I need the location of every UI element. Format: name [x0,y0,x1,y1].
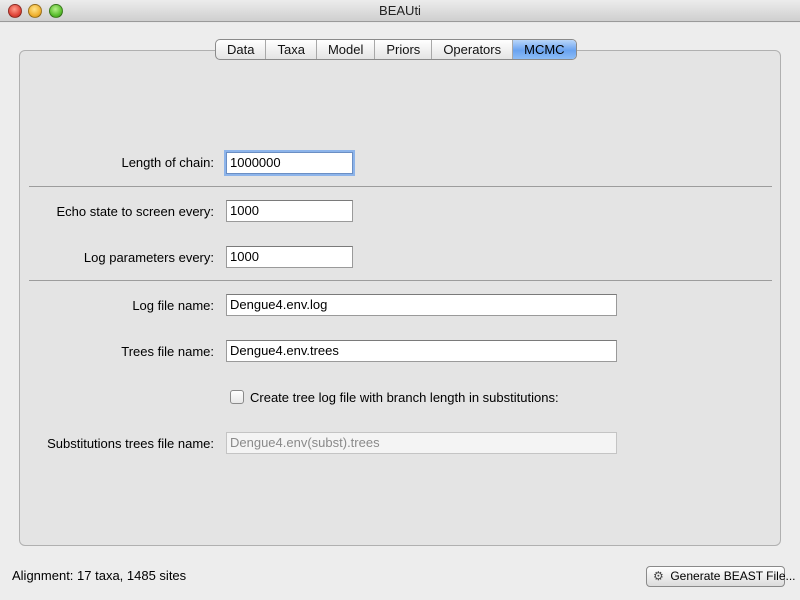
log-params-label: Log parameters every: [83,250,214,265]
close-window-button[interactable] [8,4,22,18]
generate-beast-file-button[interactable]: ⚙ Generate BEAST File... [646,566,796,587]
trees-file-input[interactable]: Dengue4.env.trees [226,340,617,362]
tab-model[interactable]: Model [317,40,376,59]
gear-icon: ⚙ [653,569,664,583]
alignment-status: Alignment: 17 taxa, 1485 sites [12,568,187,583]
divider [29,280,772,281]
tab-mcmc[interactable]: MCMC [513,40,576,59]
minimize-window-button[interactable] [28,4,42,18]
title-bar: BEAUti [0,0,800,22]
tab-data[interactable]: Data [216,40,267,59]
subst-trees-file-label: Substitutions trees file name: [47,436,214,451]
tab-operators[interactable]: Operators [432,40,514,59]
subst-tree-log-checkbox[interactable] [230,390,244,404]
log-params-input[interactable]: 1000 [226,246,353,268]
generate-beast-file-label: Generate BEAST File... [670,569,796,583]
log-file-label: Log file name: [132,298,214,313]
tab-bar: Data Taxa Model Priors Operators MCMC [215,39,577,60]
tab-priors[interactable]: Priors [375,40,433,59]
divider [29,186,772,187]
echo-state-input[interactable]: 1000 [226,200,353,222]
subst-trees-file-input[interactable]: Dengue4.env(subst).trees [226,432,617,454]
chain-length-input[interactable]: 1000000 [226,152,353,174]
subst-tree-log-label[interactable]: Create tree log file with branch length … [250,390,559,405]
window-title: BEAUti [379,3,421,18]
zoom-window-button[interactable] [49,4,63,18]
log-file-input[interactable]: Dengue4.env.log [226,294,617,316]
tab-taxa[interactable]: Taxa [266,40,317,59]
chain-length-label: Length of chain: [121,155,214,170]
trees-file-label: Trees file name: [121,344,214,359]
echo-state-label: Echo state to screen every: [56,204,214,219]
